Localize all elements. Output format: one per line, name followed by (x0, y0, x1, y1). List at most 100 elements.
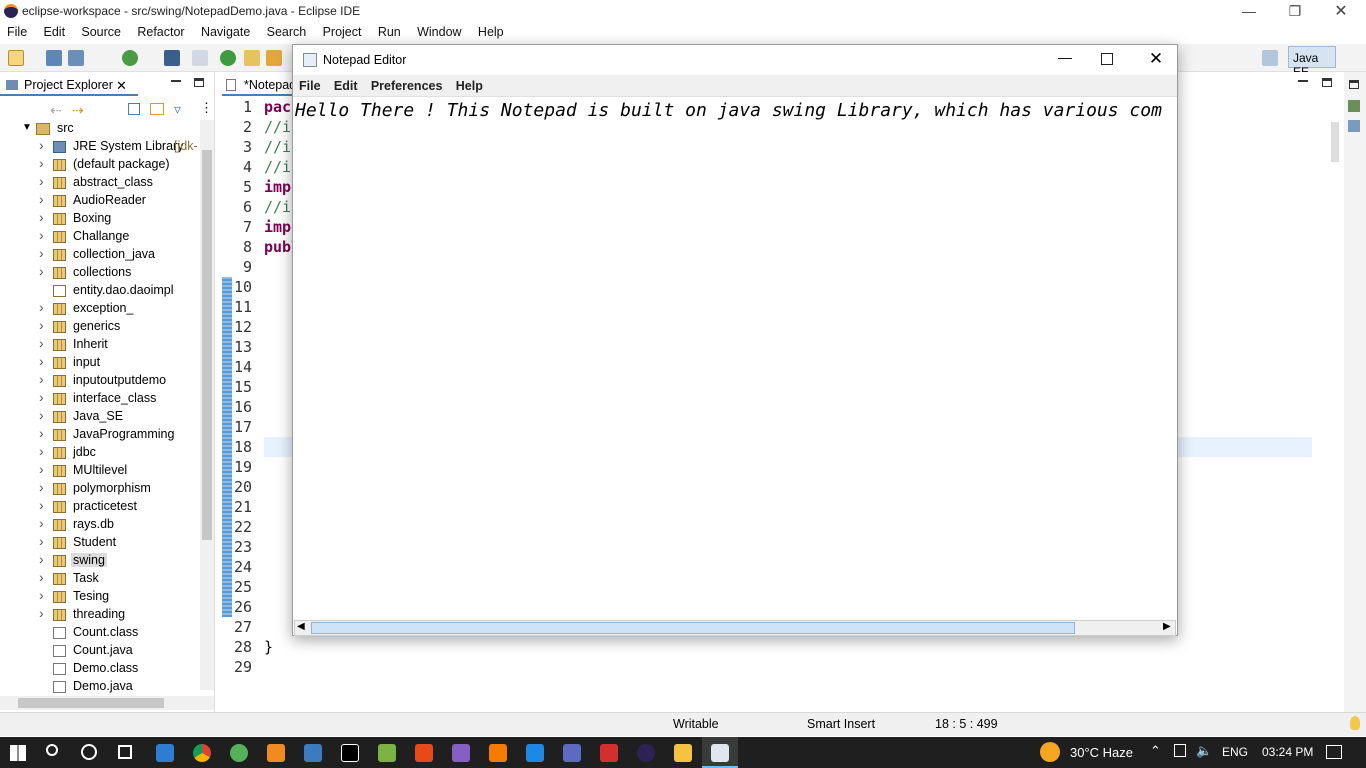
chevron-right-icon[interactable]: › (39, 587, 44, 603)
minimize-button[interactable]: — (1226, 0, 1272, 22)
close-button[interactable]: ✕ (1318, 0, 1364, 22)
menu-file[interactable]: File (0, 22, 33, 39)
tree-root-src[interactable]: ▼ src (0, 120, 200, 138)
back-icon[interactable]: ⇠ (50, 102, 62, 119)
tree-item[interactable]: › input (0, 353, 200, 372)
store-icon[interactable] (156, 744, 174, 762)
chevron-right-icon[interactable]: › (39, 551, 44, 567)
vscode-icon[interactable] (526, 744, 544, 762)
notepad-menu-help[interactable]: Help (450, 75, 487, 93)
editor-maximize-icon[interactable] (1322, 78, 1332, 87)
menu-refactor[interactable]: Refactor (130, 22, 190, 39)
notepad-menu-edit[interactable]: Edit (328, 75, 362, 93)
project-explorer-tab[interactable]: Project Explorer ✕ (0, 74, 138, 96)
explorer-vertical-scrollbar[interactable] (200, 120, 214, 690)
notepad-maximize-button[interactable] (1101, 53, 1113, 65)
cortana-icon[interactable] (81, 744, 97, 760)
task-list-icon[interactable] (1348, 120, 1360, 132)
tree-item[interactable]: › rays.db (0, 515, 200, 534)
new-icon[interactable] (8, 50, 24, 66)
chevron-right-icon[interactable]: › (39, 317, 44, 333)
chevron-right-icon[interactable]: › (39, 533, 44, 549)
chevron-right-icon[interactable]: › (39, 299, 44, 315)
notepad-close-button[interactable]: ✕ (1141, 49, 1171, 71)
editor-hscrollbar[interactable] (260, 695, 1312, 709)
tree-item[interactable]: › Boxing (0, 209, 200, 228)
editor-minimize-icon[interactable] (1298, 80, 1308, 82)
perspective-java-ee[interactable]: Java EE (1288, 46, 1336, 79)
chevron-right-icon[interactable]: › (39, 443, 44, 459)
tree-item[interactable]: › abstract_class (0, 173, 200, 192)
chevron-right-icon[interactable]: › (39, 425, 44, 441)
java-app-taskbar-button[interactable] (702, 737, 738, 768)
explorer-horizontal-scrollbar[interactable] (0, 696, 214, 710)
maximize-trim-icon[interactable] (1349, 80, 1359, 89)
language-indicator[interactable]: ENG (1222, 745, 1248, 759)
chevron-right-icon[interactable]: › (39, 389, 44, 405)
run-icon[interactable] (220, 50, 236, 66)
task-view-icon[interactable] (118, 745, 132, 759)
tree-item[interactable]: › Challange (0, 227, 200, 246)
chevron-right-icon[interactable]: › (39, 155, 44, 171)
toggle-mark-icon[interactable] (266, 50, 282, 66)
notepad-text-area[interactable]: Hello There ! This Notepad is built on j… (295, 100, 1175, 124)
skip-breakpoints-icon[interactable] (192, 50, 208, 66)
vlc-icon[interactable] (489, 744, 507, 762)
menu-search[interactable]: Search (260, 22, 313, 39)
menu-run[interactable]: Run (371, 22, 407, 39)
hscroll-thumb[interactable] (18, 698, 164, 708)
highlight-icon[interactable] (244, 50, 260, 66)
tree-item[interactable]: › AudioReader (0, 191, 200, 210)
save-all-icon[interactable] (68, 50, 84, 66)
chevron-right-icon[interactable]: › (39, 497, 44, 513)
menu-source[interactable]: Source (74, 22, 127, 39)
sublime-icon[interactable] (267, 744, 285, 762)
tree-item[interactable]: › (default package) (0, 155, 200, 174)
network-icon[interactable] (1174, 744, 1186, 757)
tree-item[interactable]: › swing (0, 551, 200, 570)
windows-start-icon[interactable] (10, 745, 26, 761)
chevron-right-icon[interactable]: › (39, 209, 44, 225)
chevron-right-icon[interactable]: › (39, 353, 44, 369)
scroll-thumb[interactable] (202, 150, 212, 540)
menu-help[interactable]: Help (471, 22, 510, 39)
overview-ruler[interactable] (1330, 102, 1342, 692)
debug-icon[interactable] (122, 50, 138, 66)
tree-item[interactable]: › MUltilevel (0, 461, 200, 480)
notepad-menu-file[interactable]: File (293, 75, 325, 93)
tree-item[interactable]: › jdbc (0, 443, 200, 462)
tree-item[interactable]: entity.dao.daoimpl (0, 282, 200, 300)
chevron-right-icon[interactable]: › (39, 371, 44, 387)
tree-item[interactable]: Count.class (0, 624, 200, 642)
lightbulb-icon[interactable] (1350, 716, 1360, 730)
eclipse-taskbar-icon[interactable] (637, 744, 655, 762)
editor-tab[interactable]: *Notepad (222, 74, 302, 96)
app-green-icon[interactable] (230, 744, 248, 762)
tree-item[interactable]: › JavaProgramming (0, 425, 200, 444)
outline-icon[interactable] (1348, 100, 1360, 112)
notepad-titlebar[interactable]: Notepad Editor — ✕ (293, 45, 1177, 75)
tree-item[interactable]: › polymorphism (0, 479, 200, 498)
close-tab-icon[interactable]: ✕ (116, 78, 127, 94)
tree-item[interactable]: Count.java (0, 642, 200, 660)
chevron-right-icon[interactable]: › (39, 137, 44, 153)
view-menu-icon[interactable]: ⋮ (200, 100, 213, 116)
menu-navigate[interactable]: Navigate (194, 22, 256, 39)
collapse-all-icon[interactable] (128, 103, 140, 115)
weather-icon[interactable] (1040, 742, 1060, 762)
tree-item[interactable]: Demo.class (0, 660, 200, 678)
tray-chevron-icon[interactable]: ⌃ (1150, 743, 1161, 759)
tree-item[interactable]: › Tesing (0, 587, 200, 606)
file-explorer-icon[interactable] (674, 744, 692, 762)
chrome-icon[interactable] (193, 744, 211, 762)
filter-icon[interactable]: ▿ (174, 101, 181, 118)
tree-item[interactable]: › interface_class (0, 389, 200, 408)
tree-item[interactable]: › exception_ (0, 299, 200, 318)
tree-item[interactable]: › Inherit (0, 335, 200, 354)
link-editor-icon[interactable] (150, 103, 164, 115)
open-perspective-icon[interactable] (1262, 50, 1278, 66)
chevron-right-icon[interactable]: › (39, 407, 44, 423)
visual-studio-icon[interactable] (452, 744, 470, 762)
chevron-right-icon[interactable]: › (39, 191, 44, 207)
tree-item[interactable]: › threading (0, 605, 200, 624)
